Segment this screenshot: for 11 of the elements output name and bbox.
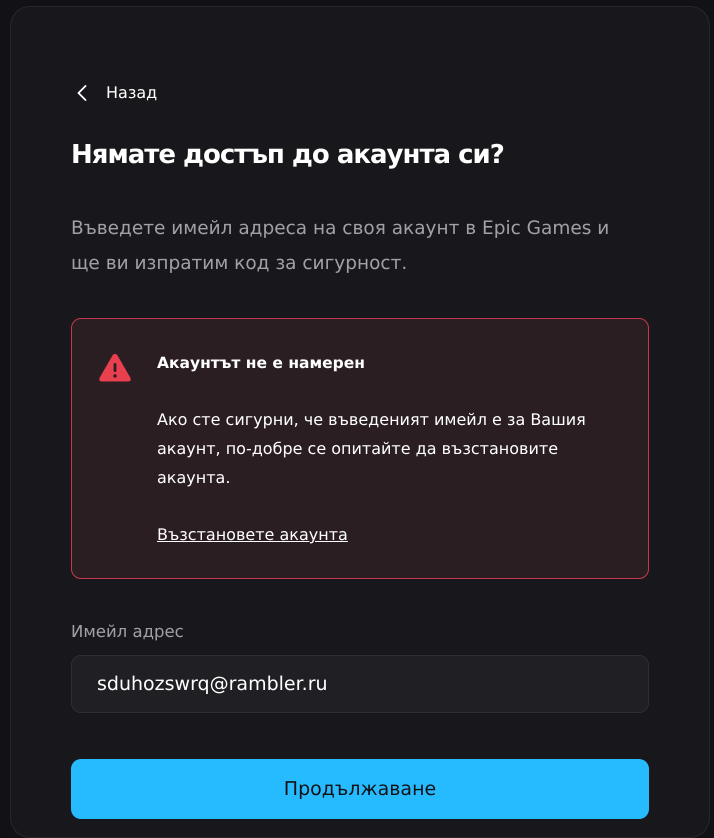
field-label: Имейл адрес (71, 621, 185, 643)
back-link[interactable]: Назад (71, 81, 158, 105)
continue-button[interactable]: Продължаване (71, 759, 649, 819)
alert-message: Ако сте сигурни, че въведеният имейл е за Вашия акаунт, по-добре се опитайте да възстановите акаунта. (157, 409, 587, 489)
warning-icon (99, 354, 131, 382)
alert-title: Акаунтът не е намерен (157, 353, 366, 374)
page-title: Нямате достъп до акаунта си? (71, 139, 505, 172)
description-text: Въведете имейл адреса на своя акаунт в Epic Games и ще ви изпратим код за сигурност. (71, 217, 610, 276)
chevron-left-icon (77, 85, 87, 101)
recover-account-link[interactable]: Възстановете акаунта (157, 523, 348, 547)
email-field[interactable]: sduhozswrq@rambler.ru (71, 655, 649, 713)
